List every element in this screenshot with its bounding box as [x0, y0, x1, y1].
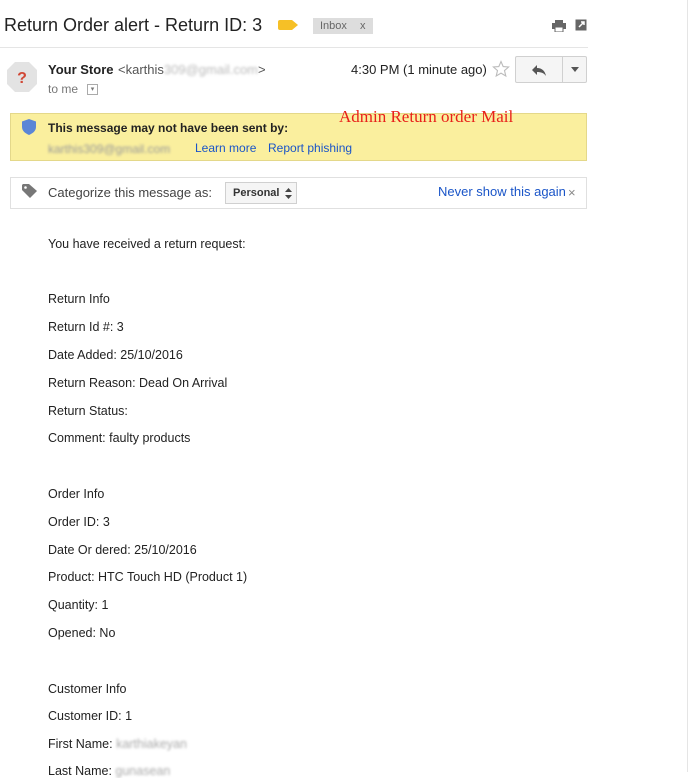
first-name-redacted: karthiakeyan — [116, 737, 187, 751]
customer-id: Customer ID: 1 — [48, 709, 133, 723]
shield-icon — [22, 119, 36, 135]
warning-sender-redacted: karthis309@gmail.com — [48, 142, 171, 156]
inbox-label-chip[interactable]: Inbox x — [313, 18, 373, 34]
svg-text:?: ? — [17, 70, 27, 87]
sender-email-prefix: <karthis — [118, 62, 164, 77]
inbox-label-text: Inbox — [320, 20, 347, 32]
body-intro: You have received a return request: — [48, 237, 246, 251]
sender-email-suffix: > — [258, 62, 266, 77]
recipient-details-dropdown-icon[interactable]: ▾ — [87, 84, 98, 95]
return-status: Return Status: — [48, 404, 128, 418]
quantity: Quantity: 1 — [48, 598, 109, 612]
category-select-value: Personal — [233, 187, 280, 199]
return-comment: Comment: faulty products — [48, 431, 191, 445]
sender-email-redacted: 309@gmail.com — [163, 62, 259, 77]
tag-icon — [22, 184, 37, 198]
sender-email: <karthis309@gmail.com> — [118, 62, 266, 77]
last-name-redacted: gunasean — [115, 764, 171, 778]
date-added: Date Added: 25/10/2016 — [48, 348, 183, 362]
recipient-label: to me — [48, 82, 79, 96]
never-show-again-link[interactable]: Never show this again — [438, 184, 566, 199]
sender-name[interactable]: Your Store — [48, 62, 114, 77]
close-icon[interactable]: × — [568, 185, 576, 200]
more-actions-button[interactable] — [563, 56, 587, 83]
print-icon[interactable] — [552, 20, 566, 32]
order-id: Order ID: 3 — [48, 515, 110, 529]
reply-button[interactable] — [515, 56, 563, 83]
email-subject: Return Order alert - Return ID: 3 — [4, 15, 263, 35]
remove-label-icon[interactable]: x — [360, 20, 366, 32]
customer-info-heading: Customer Info — [48, 682, 127, 696]
message-timestamp: 4:30 PM (1 minute ago) — [351, 62, 487, 77]
warning-title: This message may not have been sent by: — [48, 121, 289, 135]
select-arrows-icon — [285, 187, 292, 199]
date-ordered: Date Or dered: 25/10/2016 — [48, 543, 197, 557]
order-info-heading: Order Info — [48, 487, 105, 501]
annotation-caption: Admin Return order Mail — [339, 107, 514, 126]
learn-more-link[interactable]: Learn more — [195, 141, 256, 155]
header-divider — [0, 47, 588, 48]
return-info-heading: Return Info — [48, 292, 110, 306]
last-name-label: Last Name: — [48, 764, 116, 778]
important-label-icon[interactable] — [278, 20, 298, 30]
return-id: Return Id #: 3 — [48, 320, 124, 334]
product: Product: HTC Touch HD (Product 1) — [48, 570, 248, 584]
reply-arrow-icon — [532, 64, 546, 76]
return-reason: Return Reason: Dead On Arrival — [48, 376, 228, 390]
report-phishing-link[interactable]: Report phishing — [268, 141, 352, 155]
last-name: Last Name: gunasean — [48, 764, 170, 778]
new-window-icon[interactable] — [575, 19, 587, 31]
categorize-label: Categorize this message as: — [48, 185, 213, 200]
unknown-sender-avatar-icon: ? — [7, 62, 37, 92]
star-icon[interactable] — [492, 60, 510, 78]
first-name-label: First Name: — [48, 737, 117, 751]
opened: Opened: No — [48, 626, 116, 640]
category-select[interactable]: Personal — [225, 182, 297, 204]
chevron-down-icon — [570, 67, 579, 72]
first-name: First Name: karthiakeyan — [48, 737, 187, 751]
